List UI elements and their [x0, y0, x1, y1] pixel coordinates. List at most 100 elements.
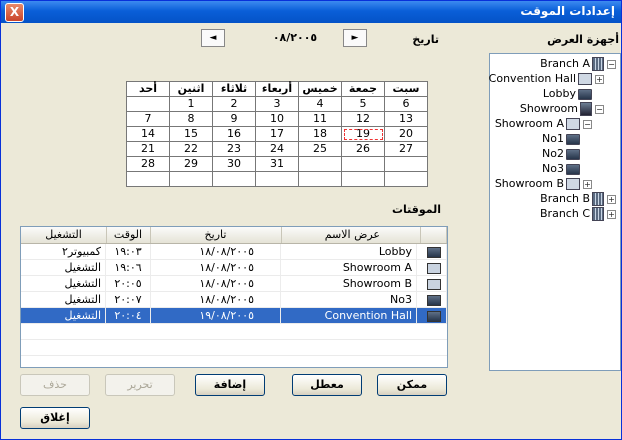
calendar-day[interactable]: 22	[169, 141, 213, 157]
close-window-button[interactable]: X	[5, 3, 24, 22]
calendar-day[interactable]	[169, 171, 213, 187]
enable-button[interactable]: ممكن	[377, 374, 447, 396]
calendar-day[interactable]: 31	[255, 156, 299, 172]
calendar-day[interactable]: 21	[126, 141, 170, 157]
tree-item-showroom-b[interactable]: Showroom B +	[495, 177, 592, 191]
calendar-day[interactable]: 15	[169, 126, 213, 142]
close-button[interactable]: إغلاق	[20, 407, 90, 429]
table-row[interactable]: Lobby ١٨/٠٨/٢٠٠٥ ١٩:٠٣ كمبيوتر٢	[21, 244, 447, 260]
row-name: Convention Hall	[281, 308, 417, 323]
calendar-day[interactable]	[255, 171, 299, 187]
row-date: ١٨/٠٨/٢٠٠٥	[150, 244, 281, 259]
tree-item-label: No2	[542, 147, 564, 160]
row-action: التشغيل	[21, 260, 106, 275]
calendar-day[interactable]	[126, 171, 170, 187]
row-date: ١٨/٠٨/٢٠٠٥	[150, 276, 281, 291]
calendar-day-selected[interactable]: 19	[341, 126, 385, 142]
weekday-header: أربعاء	[255, 81, 299, 97]
calendar-day[interactable]: 23	[212, 141, 256, 157]
calendar-day[interactable]: 7	[126, 111, 170, 127]
list-item-empty	[21, 324, 447, 340]
calendar-day[interactable]: 5	[341, 96, 385, 112]
collapse-icon[interactable]: −	[583, 119, 592, 129]
calendar-day[interactable]: 3	[255, 96, 299, 112]
expand-icon[interactable]: +	[607, 209, 616, 219]
calendar-grid[interactable]: أحد اثنين ثلاثاء أربعاء خميس جمعة سبت 1 …	[126, 81, 428, 187]
calendar-day[interactable]	[341, 156, 385, 172]
tree-item-branch-c[interactable]: Branch C +	[540, 207, 616, 221]
calendar-day[interactable]	[298, 171, 342, 187]
edit-button[interactable]: تحرير	[105, 374, 175, 396]
calendar-day[interactable]: 25	[298, 141, 342, 157]
calendar-day[interactable]: 10	[255, 111, 299, 127]
weekday-header: سبت	[384, 81, 428, 97]
calendar-day[interactable]: 20	[384, 126, 428, 142]
expand-icon[interactable]: +	[595, 74, 604, 84]
calendar-day[interactable]: 8	[169, 111, 213, 127]
tree-item-showroom-a[interactable]: Showroom A −	[495, 117, 592, 131]
table-row[interactable]: Showroom A ١٨/٠٨/٢٠٠٥ ١٩:٠٦ التشغيل	[21, 260, 447, 276]
row-time: ١٩:٠٦	[106, 260, 151, 275]
tree-item-no1[interactable]: No1	[542, 132, 580, 146]
prev-month-button[interactable]: ◄	[201, 29, 225, 47]
calendar-day[interactable]: 11	[298, 111, 342, 127]
table-row-selected[interactable]: Convention Hall ١٩/٠٨/٢٠٠٥ ٢٠:٠٤ التشغيل	[21, 308, 447, 324]
calendar-day[interactable]	[384, 156, 428, 172]
showroom-icon	[580, 102, 592, 116]
building-icon	[592, 207, 604, 221]
date-label: تاريخ	[412, 33, 439, 46]
calendar-day[interactable]: 14	[126, 126, 170, 142]
calendar-day[interactable]: 18	[298, 126, 342, 142]
calendar-day[interactable]	[298, 156, 342, 172]
calendar-day[interactable]: 4	[298, 96, 342, 112]
column-header-time[interactable]: الوقت	[106, 227, 151, 243]
column-header-date[interactable]: تاريخ	[150, 227, 282, 243]
delete-button[interactable]: حذف	[20, 374, 90, 396]
calendar-day[interactable]: 30	[212, 156, 256, 172]
add-button[interactable]: إضافة	[195, 374, 265, 396]
tree-item-label: No1	[542, 132, 564, 145]
table-row[interactable]: No3 ١٨/٠٨/٢٠٠٥ ٢٠:٠٧ التشغيل	[21, 292, 447, 308]
column-header-icon[interactable]	[421, 227, 447, 243]
calendar-day[interactable]: 26	[341, 141, 385, 157]
calendar-day[interactable]	[212, 171, 256, 187]
collapse-icon[interactable]: −	[595, 104, 604, 114]
column-header-name[interactable]: عرض الاسم	[281, 227, 421, 243]
calendar-day[interactable]: 29	[169, 156, 213, 172]
collapse-icon[interactable]: −	[607, 59, 616, 69]
display-icon	[566, 118, 580, 130]
devices-label: أجهزة العرض	[547, 33, 619, 46]
row-time: ٢٠:٠٧	[106, 292, 151, 307]
calendar-day[interactable]: 17	[255, 126, 299, 142]
calendar-day[interactable]	[384, 171, 428, 187]
calendar-day[interactable]: 2	[212, 96, 256, 112]
calendar-day[interactable]: 12	[341, 111, 385, 127]
disable-button[interactable]: معطل	[292, 374, 362, 396]
tree-item-branch-a[interactable]: Branch A −	[540, 57, 616, 71]
tree-item-branch-b[interactable]: Branch B +	[540, 192, 616, 206]
calendar-day[interactable]	[126, 96, 170, 112]
tree-item-lobby[interactable]: Lobby	[543, 87, 592, 101]
tree-item-label: Showroom A	[494, 117, 564, 130]
column-header-action[interactable]: التشغيل	[21, 227, 107, 243]
calendar-day[interactable]: 6	[384, 96, 428, 112]
calendar-day[interactable]: 28	[126, 156, 170, 172]
calendar-day[interactable]: 9	[212, 111, 256, 127]
tree-item-showroom[interactable]: Showroom −	[520, 102, 604, 116]
next-month-button[interactable]: ►	[343, 29, 367, 47]
tree-item-no2[interactable]: No2	[542, 147, 580, 161]
calendar-day[interactable]: 24	[255, 141, 299, 157]
expand-icon[interactable]: +	[607, 194, 616, 204]
calendar-day[interactable]: 16	[212, 126, 256, 142]
device-tree[interactable]: Branch A − Convention Hall + Lobby Showroo…	[489, 53, 621, 371]
calendar-day[interactable]: 27	[384, 141, 428, 157]
calendar-day[interactable]: 13	[384, 111, 428, 127]
tree-item-convention-hall[interactable]: Convention Hall +	[489, 72, 604, 86]
table-row[interactable]: Showroom B ١٨/٠٨/٢٠٠٥ ٢٠:٠٥ التشغيل	[21, 276, 447, 292]
timers-list[interactable]: عرض الاسم تاريخ الوقت التشغيل Lobby ١٨/٠…	[20, 226, 448, 368]
tree-item-no3[interactable]: No3	[542, 162, 580, 176]
title-bar: X إعدادات الموقت	[1, 1, 621, 23]
calendar-day[interactable]: 1	[169, 96, 213, 112]
calendar-day[interactable]	[341, 171, 385, 187]
expand-icon[interactable]: +	[583, 179, 592, 189]
